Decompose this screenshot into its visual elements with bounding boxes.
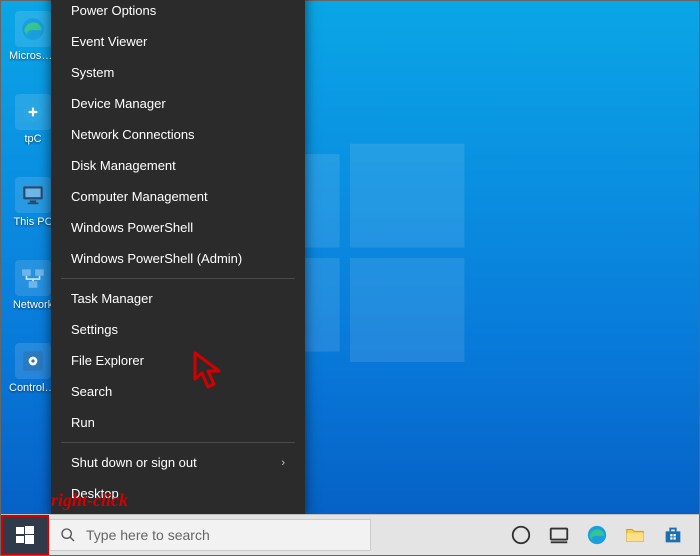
winx-item-label: Device Manager: [71, 96, 166, 111]
winx-item-task-manager[interactable]: Task Manager: [51, 283, 305, 314]
winx-item-search[interactable]: Search: [51, 376, 305, 407]
desktop-icon-controlpanel[interactable]: Control Panel: [9, 343, 57, 394]
edge-icon: [15, 11, 51, 47]
winx-item-network-connections[interactable]: Network Connections: [51, 119, 305, 150]
taskbar-spacer: [371, 515, 495, 555]
winx-item-label: System: [71, 65, 114, 80]
edge-icon[interactable]: [585, 523, 609, 547]
cortana-ring-icon[interactable]: [509, 523, 533, 547]
winx-item-label: Windows PowerShell (Admin): [71, 251, 242, 266]
windows-logo-icon: [16, 526, 34, 544]
tpc-icon: [15, 94, 51, 130]
winx-item-event-viewer[interactable]: Event Viewer: [51, 26, 305, 57]
thispc-icon: [15, 177, 51, 213]
winx-item-system[interactable]: System: [51, 57, 305, 88]
winx-item-windows-powershell-admin[interactable]: Windows PowerShell (Admin): [51, 243, 305, 274]
file-explorer-icon[interactable]: [623, 523, 647, 547]
winx-item-run[interactable]: Run: [51, 407, 305, 438]
winx-item-power-options[interactable]: Power Options: [51, 0, 305, 26]
desktop-icon-label: tpC: [24, 133, 41, 145]
winx-item-label: Task Manager: [71, 291, 153, 306]
desktop-icon-thispc[interactable]: This PC: [9, 177, 57, 228]
screenshot-frame: Microsoft Edge tpC This PC Network Control P…: [0, 0, 700, 556]
chevron-right-icon: ›: [281, 457, 285, 469]
desktop-icon-edge[interactable]: Microsoft Edge: [9, 11, 57, 62]
winx-item-desktop[interactable]: Desktop: [51, 478, 305, 509]
start-button[interactable]: [1, 515, 49, 555]
winx-item-windows-powershell[interactable]: Windows PowerShell: [51, 212, 305, 243]
winx-item-label: Network Connections: [71, 127, 195, 142]
desktop-icon-tpc[interactable]: tpC: [9, 94, 57, 145]
winx-item-label: Disk Management: [71, 158, 176, 173]
winx-item-label: Power Options: [71, 3, 156, 18]
winx-item-label: Desktop: [71, 486, 119, 501]
winx-item-file-explorer[interactable]: File Explorer: [51, 345, 305, 376]
winx-item-disk-management[interactable]: Disk Management: [51, 150, 305, 181]
task-view-icon[interactable]: [547, 523, 571, 547]
desktop-icon-network[interactable]: Network: [9, 260, 57, 311]
search-icon: [60, 527, 76, 543]
winx-item-label: Settings: [71, 322, 118, 337]
winx-item-label: Windows PowerShell: [71, 220, 193, 235]
winx-separator: [61, 442, 295, 443]
winx-item-computer-management[interactable]: Computer Management: [51, 181, 305, 212]
network-icon: [15, 260, 51, 296]
desktop-icon-label: This PC: [13, 216, 52, 228]
winx-item-device-manager[interactable]: Device Manager: [51, 88, 305, 119]
taskbar: Type here to search: [1, 514, 699, 555]
controlpanel-icon: [15, 343, 51, 379]
microsoft-store-icon[interactable]: [661, 523, 685, 547]
winx-item-label: File Explorer: [71, 353, 144, 368]
desktop-icon-label: Microsoft Edge: [9, 50, 57, 62]
winx-item-label: Shut down or sign out: [71, 455, 197, 470]
winx-item-label: Event Viewer: [71, 34, 147, 49]
desktop-icon-label: Network: [13, 299, 53, 311]
taskbar-search-placeholder: Type here to search: [86, 527, 210, 543]
desktop-icon-label: Control Panel: [9, 382, 57, 394]
winx-separator: [61, 278, 295, 279]
taskbar-search[interactable]: Type here to search: [49, 519, 371, 551]
winx-item-shut-down-or-sign-out[interactable]: Shut down or sign out ›: [51, 447, 305, 478]
desktop-icon-column: Microsoft Edge tpC This PC Network Control P…: [9, 11, 57, 394]
winx-context-menu: Apps and FeaturesPower OptionsEvent View…: [51, 0, 305, 515]
winx-item-label: Search: [71, 384, 112, 399]
winx-item-settings[interactable]: Settings: [51, 314, 305, 345]
winx-item-label: Computer Management: [71, 189, 208, 204]
winx-item-label: Run: [71, 415, 95, 430]
taskbar-pinned-apps: [495, 515, 699, 555]
